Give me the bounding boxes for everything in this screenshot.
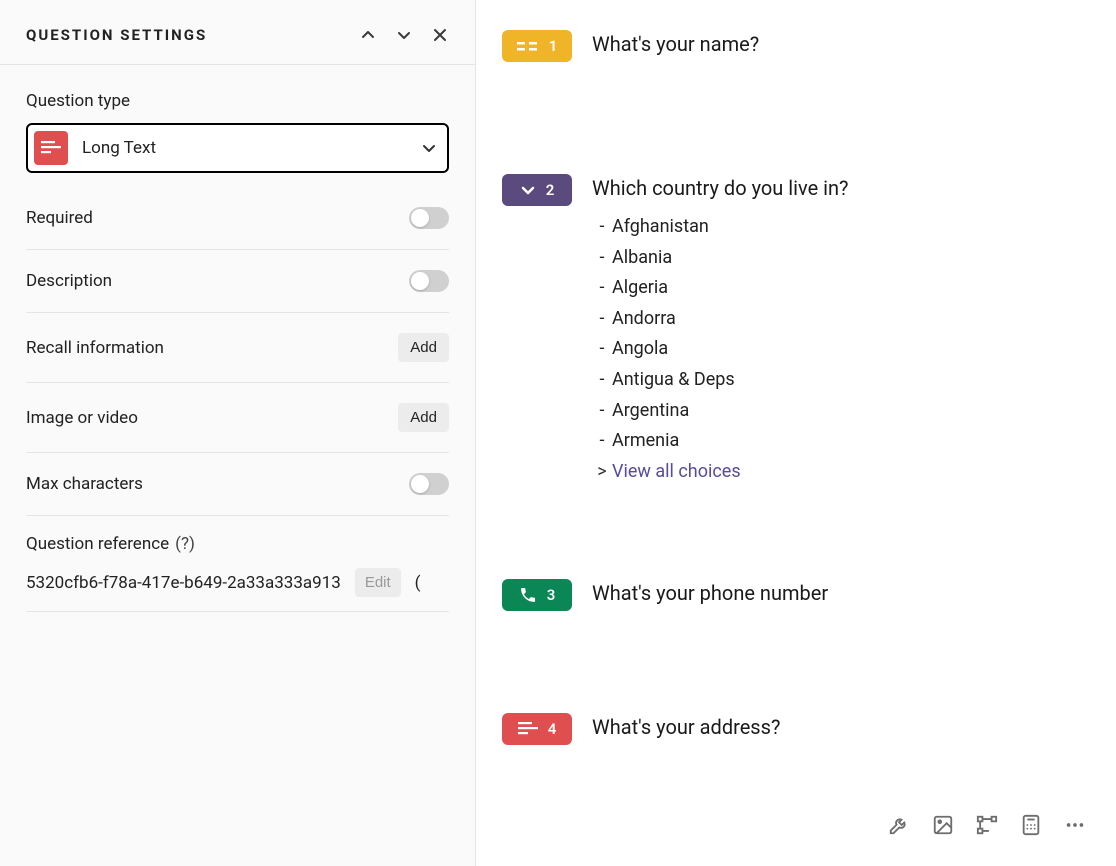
required-toggle[interactable] <box>409 207 449 229</box>
maxchars-label: Max characters <box>26 474 143 494</box>
choice-item: -Antigua & Deps <box>592 365 849 396</box>
question-text: What's your address? <box>592 711 780 739</box>
question-reference: Question reference (?) 5320cfb6-f78a-417… <box>26 516 449 612</box>
qref-value: 5320cfb6-f78a-417e-b649-2a33a333a913 <box>26 573 341 593</box>
question-number: 4 <box>548 720 557 738</box>
next-question-icon[interactable] <box>395 26 413 44</box>
choice-item: -Armenia <box>592 426 849 457</box>
description-toggle[interactable] <box>409 270 449 292</box>
question-text: What's your name? <box>592 28 759 56</box>
calculator-icon[interactable] <box>1020 814 1042 836</box>
long-text-icon <box>34 131 68 165</box>
question-list: 1 What's your name? 2 Which country do y… <box>476 0 1116 866</box>
question-number: 3 <box>547 586 556 604</box>
question-item[interactable]: 4 What's your address? <box>502 711 1082 745</box>
settings-sidebar: Question Settings Question type Long T <box>0 0 476 866</box>
qref-label: Question reference <box>26 534 169 554</box>
more-icon[interactable] <box>1064 814 1086 836</box>
sidebar-body: Question type Long Text Required Descrip… <box>0 65 475 612</box>
choice-item: -Andorra <box>592 304 849 335</box>
choice-list: -Afghanistan -Albania -Algeria -Andorra … <box>592 212 849 487</box>
question-number: 2 <box>546 181 555 199</box>
media-label: Image or video <box>26 408 138 428</box>
question-badge: 3 <box>502 579 572 611</box>
short-text-icon <box>517 40 539 52</box>
choice-item: -Argentina <box>592 396 849 427</box>
question-badge: 2 <box>502 174 572 206</box>
question-number: 1 <box>549 37 558 55</box>
recall-row: Recall information Add <box>26 313 449 383</box>
choice-item: -Albania <box>592 243 849 274</box>
choice-item: -Afghanistan <box>592 212 849 243</box>
branch-icon[interactable] <box>976 814 998 836</box>
question-type-select[interactable]: Long Text <box>26 123 449 173</box>
view-all-choices-link[interactable]: >View all choices <box>592 457 849 488</box>
recall-label: Recall information <box>26 338 164 358</box>
question-badge: 1 <box>502 30 572 62</box>
phone-icon <box>519 586 537 604</box>
description-label: Description <box>26 271 112 291</box>
media-add-button[interactable]: Add <box>398 403 449 432</box>
qref-help-icon[interactable]: (?) <box>175 534 195 554</box>
required-label: Required <box>26 208 93 228</box>
sidebar-header: Question Settings <box>0 0 475 65</box>
choice-item: -Angola <box>592 334 849 365</box>
question-type-label: Question type <box>26 91 449 111</box>
question-item[interactable]: 3 What's your phone number <box>502 577 1082 611</box>
choice-item: -Algeria <box>592 273 849 304</box>
qref-edit-button[interactable]: Edit <box>355 568 401 597</box>
maxchars-toggle[interactable] <box>409 473 449 495</box>
long-text-icon <box>518 722 538 736</box>
description-row: Description <box>26 250 449 313</box>
required-row: Required <box>26 187 449 250</box>
sidebar-title: Question Settings <box>26 26 207 44</box>
image-icon[interactable] <box>932 814 954 836</box>
dropdown-icon <box>520 182 536 198</box>
question-item[interactable]: 1 What's your name? <box>502 28 1082 62</box>
prev-question-icon[interactable] <box>359 26 377 44</box>
question-text: Which country do you live in? <box>592 172 849 200</box>
question-text: What's your phone number <box>592 577 828 605</box>
maxchars-row: Max characters <box>26 453 449 516</box>
sidebar-header-actions <box>359 26 449 44</box>
wrench-icon[interactable] <box>888 814 910 836</box>
media-row: Image or video Add <box>26 383 449 453</box>
close-icon[interactable] <box>431 26 449 44</box>
question-badge: 4 <box>502 713 572 745</box>
recall-add-button[interactable]: Add <box>398 333 449 362</box>
qref-paren: ( <box>415 573 421 593</box>
question-type-value: Long Text <box>82 138 421 158</box>
question-toolbar <box>888 814 1086 836</box>
question-item[interactable]: 2 Which country do you live in? -Afghani… <box>502 172 1082 487</box>
chevron-down-icon <box>421 140 437 156</box>
